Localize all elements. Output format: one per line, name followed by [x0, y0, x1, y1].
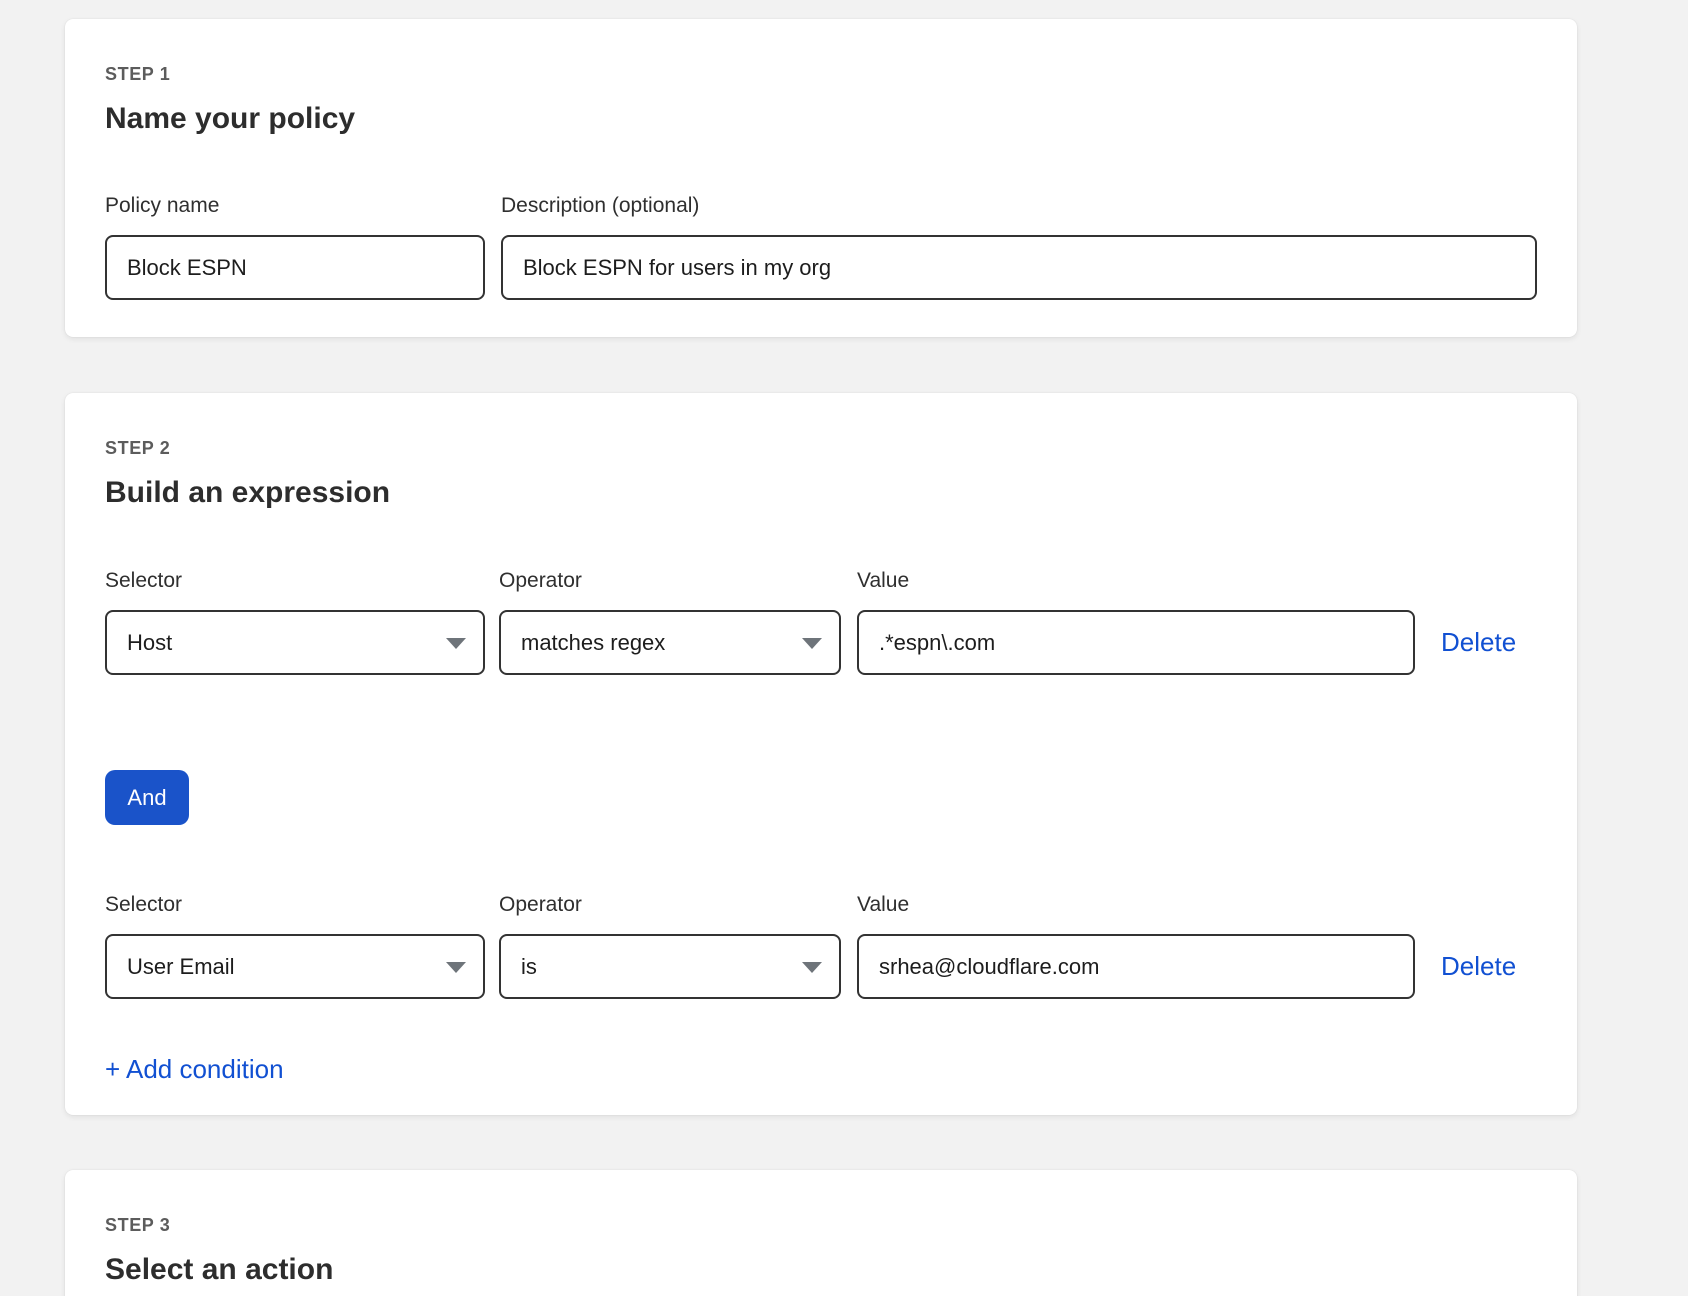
operator-dropdown-value: is: [521, 954, 537, 980]
operator-label: Operator: [499, 568, 841, 594]
step1-fields-row: Policy name Description (optional): [105, 193, 1537, 300]
selector-dropdown[interactable]: User Email: [105, 934, 485, 999]
value-label: Value: [857, 892, 1415, 918]
policy-name-input[interactable]: [105, 235, 485, 300]
add-condition-link[interactable]: + Add condition: [105, 1053, 284, 1085]
step2-title: Build an expression: [105, 474, 1537, 511]
step3-title: Select an action: [105, 1251, 1537, 1288]
step1-label: STEP 1: [105, 64, 1537, 84]
value-input[interactable]: [857, 610, 1415, 675]
step1-card: STEP 1 Name your policy Policy name Desc…: [65, 19, 1577, 337]
step2-label: STEP 2: [105, 438, 1537, 458]
condition-row-1: Selector Host Operator matches regex Val…: [105, 568, 1537, 675]
step3-card: STEP 3 Select an action: [65, 1170, 1577, 1296]
description-field-group: Description (optional): [501, 193, 1537, 300]
description-label: Description (optional): [501, 193, 1537, 219]
step3-label: STEP 3: [105, 1215, 1537, 1235]
selector-field-group: Selector Host: [105, 568, 485, 675]
value-input[interactable]: [857, 934, 1415, 999]
description-input[interactable]: [501, 235, 1537, 300]
value-field-group: Value: [857, 568, 1415, 675]
value-label: Value: [857, 568, 1415, 594]
and-button[interactable]: And: [105, 770, 189, 825]
selector-dropdown-value: User Email: [127, 954, 235, 980]
chevron-down-icon: [446, 638, 466, 649]
operator-field-group: Operator is: [499, 892, 841, 999]
selector-label: Selector: [105, 568, 485, 594]
operator-dropdown-value: matches regex: [521, 630, 665, 656]
selector-dropdown[interactable]: Host: [105, 610, 485, 675]
selector-field-group: Selector User Email: [105, 892, 485, 999]
policy-name-field-group: Policy name: [105, 193, 485, 300]
delete-link[interactable]: Delete: [1441, 950, 1516, 982]
operator-field-group: Operator matches regex: [499, 568, 841, 675]
policy-name-label: Policy name: [105, 193, 485, 219]
selector-label: Selector: [105, 892, 485, 918]
selector-dropdown-value: Host: [127, 630, 172, 656]
operator-dropdown[interactable]: matches regex: [499, 610, 841, 675]
operator-label: Operator: [499, 892, 841, 918]
delete-link[interactable]: Delete: [1441, 626, 1516, 658]
chevron-down-icon: [446, 962, 466, 973]
step1-title: Name your policy: [105, 100, 1537, 137]
chevron-down-icon: [802, 962, 822, 973]
condition-row-2: Selector User Email Operator is Value De…: [105, 892, 1537, 999]
step2-card: STEP 2 Build an expression Selector Host…: [65, 393, 1577, 1115]
operator-dropdown[interactable]: is: [499, 934, 841, 999]
value-field-group: Value: [857, 892, 1415, 999]
chevron-down-icon: [802, 638, 822, 649]
